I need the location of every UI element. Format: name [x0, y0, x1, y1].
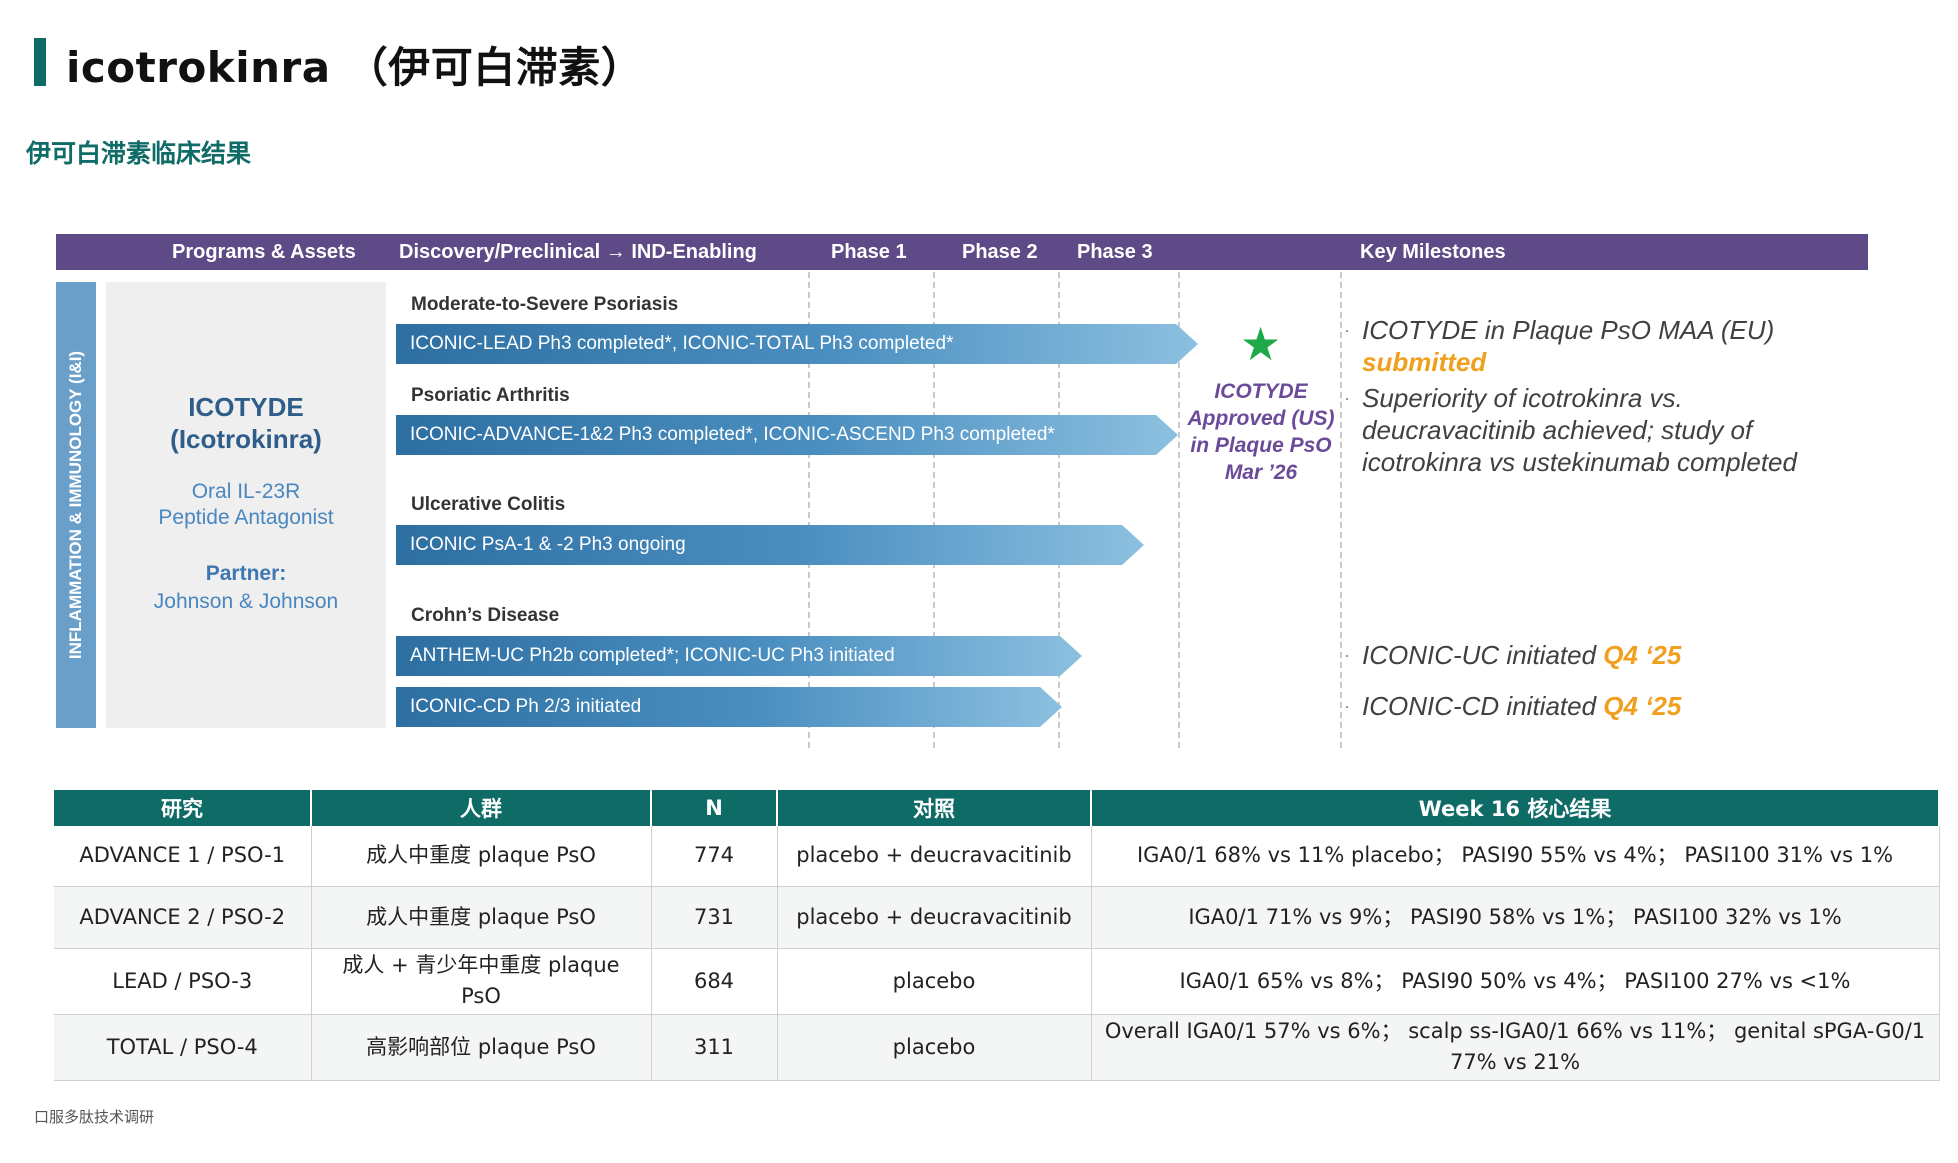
results-table: 研究 人群 N 对照 Week 16 核心结果 ADVANCE 1 / PSO-…: [54, 790, 1940, 1081]
indication-label: Crohn’s Disease: [411, 605, 560, 626]
phase-divider: [1340, 272, 1342, 748]
indication-label: Psoriatic Arthritis: [411, 385, 570, 406]
page-footer: 口服多肽技术调研: [34, 1108, 155, 1126]
pipeline-figure: Programs & Assets Discovery/Preclinical …: [50, 232, 1872, 762]
header-phase3: Phase 3: [1077, 241, 1153, 263]
asset-class: Peptide Antagonist: [158, 506, 334, 529]
therapeutic-area-band: INFLAMMATION & IMMUNOLOGY (I&I): [56, 282, 96, 728]
table-row: TOTAL / PSO-4 高影响部位 plaque PsO 311 place…: [54, 1014, 1940, 1081]
col-population: 人群: [311, 790, 652, 826]
cell-population: 高影响部位 plaque PsO: [311, 1014, 652, 1081]
cell-population: 成人 + 青少年中重度 plaque PsO: [311, 948, 652, 1015]
approval-line: ICOTYDE: [1214, 380, 1308, 403]
approval-line: in Plaque PsO: [1190, 434, 1332, 457]
cell-population: 成人中重度 plaque PsO: [311, 886, 652, 949]
milestone-item: · ICONIC-CD initiated Q4 ‘25: [1344, 690, 1852, 722]
approval-line: Mar ’26: [1224, 461, 1298, 484]
header-milestones: Key Milestones: [1360, 241, 1506, 263]
cell-study: LEAD / PSO-3: [54, 948, 312, 1015]
title-accent-bar: [34, 38, 46, 86]
col-n: N: [651, 790, 778, 826]
page-title: icotrokinra （伊可白滞素）: [66, 43, 644, 92]
bullet-icon: ·: [1344, 696, 1350, 716]
cell-comparator: placebo: [777, 948, 1092, 1015]
cell-comparator: placebo + deucravacitinib: [777, 886, 1092, 949]
cell-comparator: placebo: [777, 1014, 1092, 1081]
approval-callout: ICOTYDE Approved (US) in Plaque PsO Mar …: [1178, 378, 1344, 486]
therapeutic-area-label: INFLAMMATION & IMMUNOLOGY (I&I): [66, 350, 85, 660]
cell-n: 731: [651, 886, 778, 949]
col-week16-results: Week 16 核心结果: [1091, 790, 1940, 826]
page-subtitle: 伊可白滞素临床结果: [26, 139, 252, 168]
header-programs: Programs & Assets: [172, 241, 356, 263]
bullet-icon: ·: [1344, 320, 1350, 340]
partner-name: Johnson & Johnson: [153, 590, 339, 613]
cell-results: IGA0/1 65% vs 8%； PASI90 50% vs 4%； PASI…: [1091, 948, 1940, 1015]
table-row: ADVANCE 2 / PSO-2 成人中重度 plaque PsO 731 p…: [54, 886, 1940, 949]
cell-n: 684: [651, 948, 778, 1015]
cell-study: ADVANCE 1 / PSO-1: [54, 826, 312, 887]
indication-label: Ulcerative Colitis: [411, 494, 566, 515]
bullet-icon: ·: [1344, 388, 1350, 408]
milestone-highlight: Q4 ‘25: [1603, 691, 1682, 721]
asset-name-generic: (Icotrokinra): [170, 424, 322, 454]
milestone-text: ICOTYDE in Plaque PsO MAA (EU): [1362, 315, 1775, 345]
approval-line: Approved (US): [1187, 407, 1335, 430]
table-row: ADVANCE 1 / PSO-1 成人中重度 plaque PsO 774 p…: [54, 826, 1940, 887]
asset-name: ICOTYDE: [188, 392, 304, 422]
table-row: LEAD / PSO-3 成人 + 青少年中重度 plaque PsO 684 …: [54, 948, 1940, 1015]
cell-study: ADVANCE 2 / PSO-2: [54, 886, 312, 949]
cell-comparator: placebo + deucravacitinib: [777, 826, 1092, 887]
milestone-highlight: submitted: [1362, 347, 1487, 377]
cell-results: Overall IGA0/1 57% vs 6%； scalp ss-IGA0/…: [1091, 1014, 1940, 1081]
cell-results: IGA0/1 71% vs 9%； PASI90 58% vs 1%； PASI…: [1091, 886, 1940, 949]
asset-box: ICOTYDE (Icotrokinra) Oral IL-23R Peptid…: [106, 282, 386, 728]
pipeline-bar: ICONIC-LEAD Ph3 completed*, ICONIC-TOTAL…: [396, 324, 1198, 364]
milestone-text: ICONIC-CD initiated: [1362, 691, 1597, 721]
header-phase2: Phase 2: [962, 241, 1038, 263]
milestone-text: ICONIC-UC initiated: [1362, 640, 1597, 670]
milestone-text: Superiority of icotrokinra vs. deucravac…: [1362, 383, 1797, 477]
milestone-item: · ICONIC-UC initiated Q4 ‘25: [1344, 639, 1852, 671]
cell-study: TOTAL / PSO-4: [54, 1014, 312, 1081]
pipeline-header: Programs & Assets Discovery/Preclinical …: [56, 234, 1868, 270]
milestone-item: · Superiority of icotrokinra vs. deucrav…: [1344, 382, 1852, 478]
bullet-icon: ·: [1344, 645, 1350, 665]
star-icon: ★: [1240, 317, 1282, 371]
cell-n: 311: [651, 1014, 778, 1081]
asset-mechanism: Oral IL-23R: [191, 480, 301, 503]
milestone-highlight: Q4 ‘25: [1603, 640, 1682, 670]
pipeline-bar: ICONIC PsA-1 & -2 Ph3 ongoing: [396, 525, 1144, 565]
cell-population: 成人中重度 plaque PsO: [311, 826, 652, 887]
pipeline-bar: ICONIC-ADVANCE-1&2 Ph3 completed*, ICONI…: [396, 415, 1178, 455]
col-study: 研究: [54, 790, 312, 826]
pipeline-bar: ICONIC-CD Ph 2/3 initiated: [396, 687, 1062, 727]
indication-label: Moderate-to-Severe Psoriasis: [411, 294, 679, 315]
partner-label: Partner:: [205, 562, 287, 585]
cell-results: IGA0/1 68% vs 11% placebo； PASI90 55% vs…: [1091, 826, 1940, 887]
cell-n: 774: [651, 826, 778, 887]
milestone-item: · ICOTYDE in Plaque PsO MAA (EU) submitt…: [1344, 314, 1852, 378]
pipeline-bar: ANTHEM-UC Ph2b completed*; ICONIC-UC Ph3…: [396, 636, 1082, 676]
col-comparator: 对照: [777, 790, 1092, 826]
header-phase1: Phase 1: [831, 241, 907, 263]
header-discovery: Discovery/Preclinical → IND-Enabling: [399, 241, 757, 263]
table-header-row: 研究 人群 N 对照 Week 16 核心结果: [54, 790, 1940, 826]
